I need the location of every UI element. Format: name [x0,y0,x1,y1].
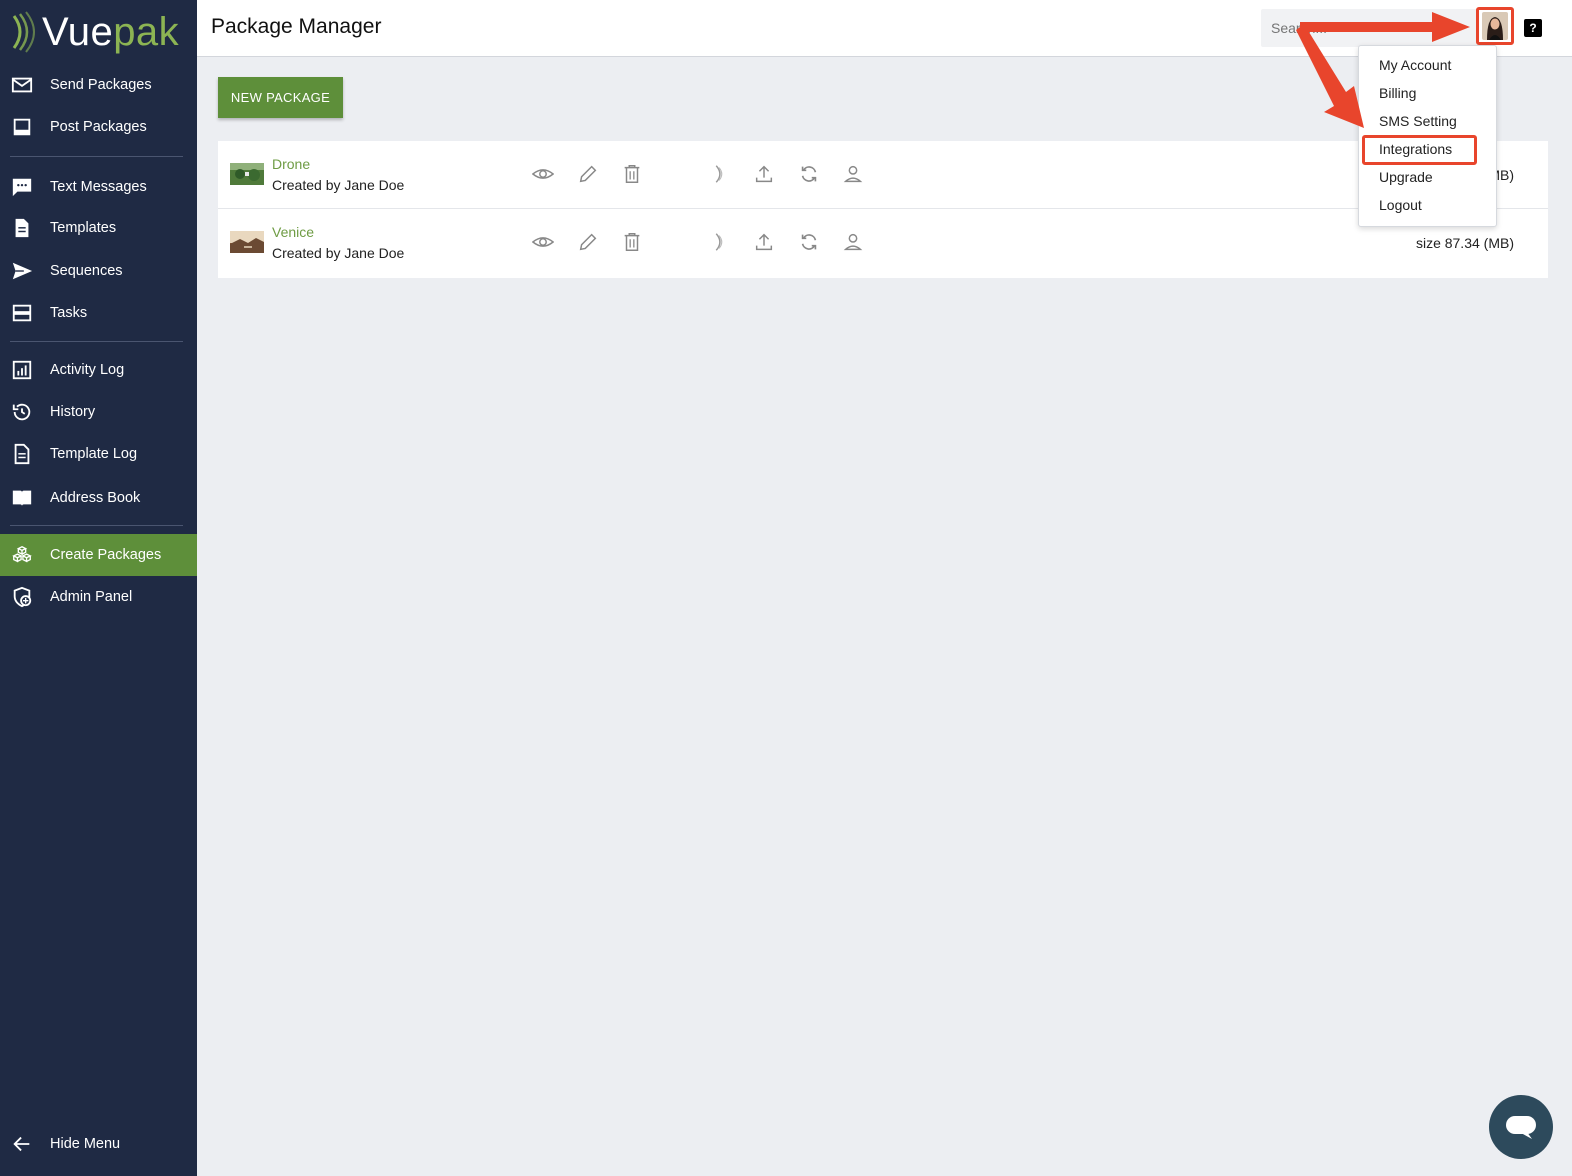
sidebar-item-history[interactable]: History [0,391,197,433]
arrow-left-icon [10,1132,34,1156]
sidebar-item-label: Template Log [50,446,138,462]
sidebar-item-template-log[interactable]: Template Log [0,433,197,475]
package-row: Venice Created by Jane Doe size 87.34 (M… [218,209,1548,278]
send-icon [10,259,34,283]
sidebar-item-tasks[interactable]: Tasks [0,292,197,334]
package-creator: Created by Jane Doe [272,245,405,261]
search-input[interactable] [1261,9,1481,47]
vuepak-send-icon[interactable] [706,161,732,187]
document-icon [10,442,34,466]
sidebar-divider [10,156,183,157]
refresh-icon[interactable] [796,161,822,187]
package-creator: Created by Jane Doe [272,177,405,193]
sidebar-item-send-packages[interactable]: Send Packages [0,64,197,106]
package-name-link[interactable]: Venice [272,224,314,240]
vuepak-logo[interactable]: Vuepak [0,0,197,64]
upload-icon[interactable] [751,161,777,187]
sidebar-item-label: Tasks [50,305,88,321]
help-icon[interactable]: ? [1524,19,1542,37]
menu-item-my-account[interactable]: My Account [1359,51,1496,79]
document-icon [10,216,34,240]
page-title: Package Manager [211,15,382,38]
sidebar-item-label: Send Packages [50,77,152,93]
sidebar-item-label: Text Messages [50,179,147,195]
logo-text-vue: Vue [42,10,114,54]
boxes-icon [10,543,34,567]
sidebar-item-label: Admin Panel [50,589,133,605]
avatar [1482,12,1508,40]
sidebar: Vuepak Send Packages Post Packages Text … [0,0,197,1176]
eye-icon[interactable] [530,229,556,255]
sidebar-item-label: Activity Log [50,362,125,378]
envelope-icon [10,73,34,97]
vuepak-send-icon[interactable] [706,229,732,255]
history-icon [10,400,34,424]
menu-item-integrations[interactable]: Integrations [1359,135,1496,163]
sidebar-item-label: Create Packages [50,547,162,563]
menu-item-sms-setting[interactable]: SMS Setting [1359,107,1496,135]
trash-icon[interactable] [619,161,645,187]
sidebar-item-admin-panel[interactable]: Admin Panel [0,576,197,618]
admin-icon [10,585,34,609]
sidebar-item-address-book[interactable]: Address Book [0,477,197,519]
sidebar-item-post-packages[interactable]: Post Packages [0,106,197,148]
package-thumbnail [230,163,264,185]
chart-icon [10,358,34,382]
monitor-icon [10,115,34,139]
eye-icon[interactable] [530,161,556,187]
sidebar-divider [10,341,183,342]
sidebar-item-create-packages[interactable]: Create Packages [0,534,197,576]
sidebar-item-label: Address Book [50,490,141,506]
menu-item-logout[interactable]: Logout [1359,191,1496,219]
stack-icon [10,301,34,325]
user-dropdown-menu: My Account Billing SMS Setting Integrati… [1358,45,1497,227]
package-name-link[interactable]: Drone [272,156,310,172]
hide-menu-button[interactable]: Hide Menu [0,1123,197,1165]
chat-bubble-icon [10,175,34,199]
user-icon[interactable] [840,161,866,187]
logo-text: Vuepak [42,12,179,52]
package-row: Drone Created by Jane Doe MB) [218,141,1548,209]
sidebar-item-templates[interactable]: Templates [0,207,197,249]
sidebar-item-text-messages[interactable]: Text Messages [0,166,197,208]
upload-icon[interactable] [751,229,777,255]
new-package-button[interactable]: NEW PACKAGE [218,77,343,118]
package-thumbnail [230,231,264,253]
trash-icon[interactable] [619,229,645,255]
chat-launcher-button[interactable] [1489,1095,1553,1159]
pencil-icon[interactable] [575,229,601,255]
logo-text-pak: pak [113,10,180,54]
menu-item-upgrade[interactable]: Upgrade [1359,163,1496,191]
menu-item-billing[interactable]: Billing [1359,79,1496,107]
sidebar-divider [10,525,183,526]
user-avatar-button[interactable] [1476,7,1514,45]
package-size: size 87.34 (MB) [1415,235,1514,251]
sidebar-item-label: Templates [50,220,117,236]
pencil-icon[interactable] [575,161,601,187]
sidebar-item-label: History [50,404,96,420]
book-icon [10,486,34,510]
sidebar-item-sequences[interactable]: Sequences [0,250,197,292]
sidebar-item-activity-log[interactable]: Activity Log [0,349,197,391]
logo-mark-icon [12,11,35,53]
refresh-icon[interactable] [796,229,822,255]
package-list: Drone Created by Jane Doe MB) Venice Cre… [218,141,1548,278]
chat-icon [1506,1116,1536,1139]
user-icon[interactable] [840,229,866,255]
sidebar-item-label: Sequences [50,263,123,279]
hide-menu-label: Hide Menu [50,1136,121,1152]
sidebar-item-label: Post Packages [50,119,147,135]
